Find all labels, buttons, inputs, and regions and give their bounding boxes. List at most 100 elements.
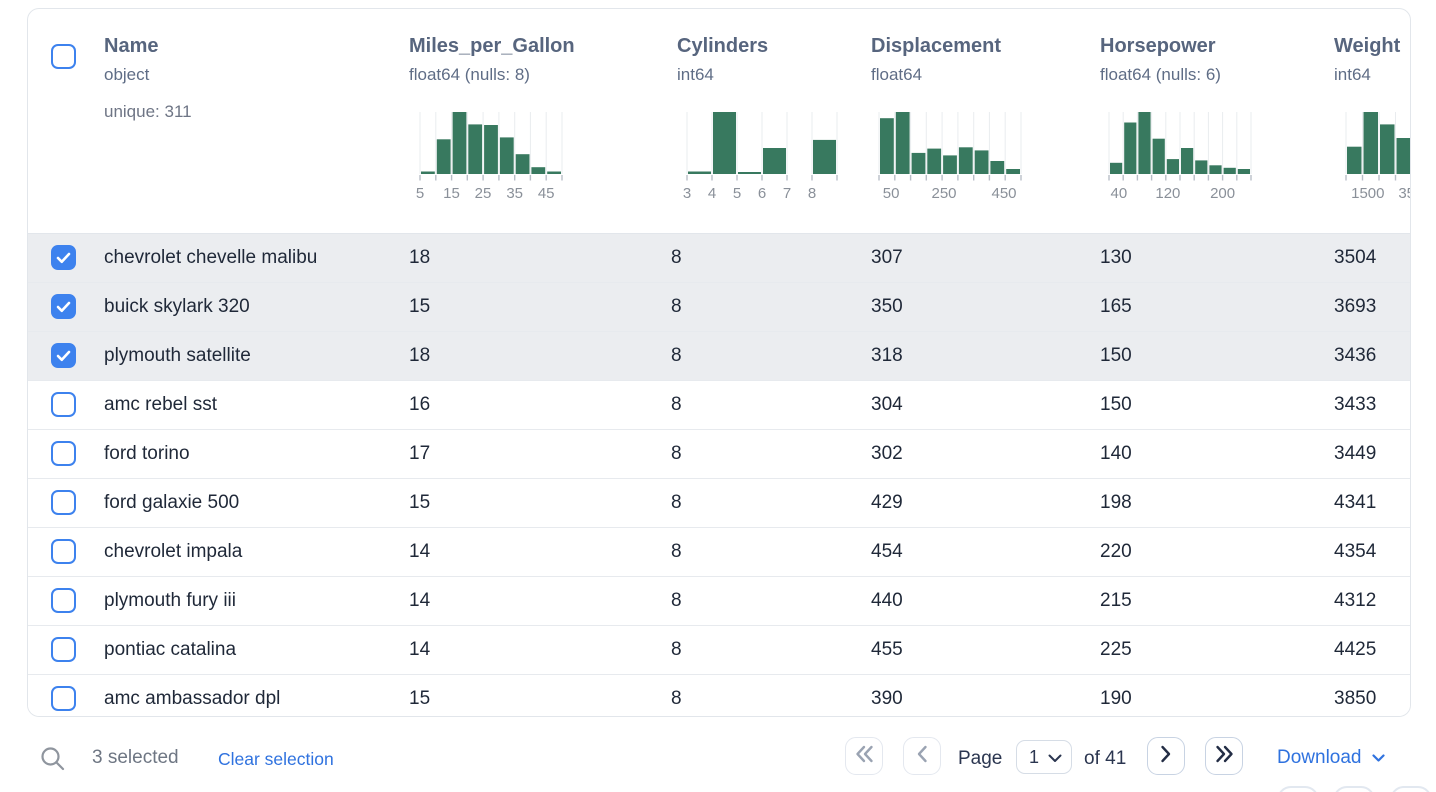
row-checkbox[interactable]	[51, 294, 76, 319]
clear-selection-link[interactable]: Clear selection	[218, 749, 334, 770]
cell-weight: 3436	[1334, 332, 1376, 380]
cell-weight: 4341	[1334, 479, 1376, 527]
table-row: ford torino1783021403449	[28, 430, 1410, 479]
cell-weight: 4312	[1334, 577, 1376, 625]
cell-cylinders: 8	[671, 234, 682, 282]
cell-displacement: 429	[871, 479, 903, 527]
row-checkbox[interactable]	[51, 245, 76, 270]
cell-displacement: 304	[871, 381, 903, 429]
column-header-weight: Weight int64	[1334, 35, 1400, 85]
column-header-displacement: Displacement float64	[871, 35, 1001, 85]
column-title[interactable]: Displacement	[871, 35, 1001, 58]
svg-text:6: 6	[758, 185, 766, 202]
table-row: pontiac catalina1484552254425	[28, 626, 1410, 675]
column-title[interactable]: Miles_per_Gallon	[409, 35, 575, 58]
histogram-horsepower[interactable]: 40120200	[1109, 112, 1251, 207]
cell-name: ford galaxie 500	[104, 479, 239, 527]
cell-miles-per-gallon: 14	[409, 626, 430, 674]
column-header-name: Name object unique: 311	[104, 35, 192, 122]
cell-displacement: 307	[871, 234, 903, 282]
table-header: Name object unique: 311 Miles_per_Gallon…	[28, 9, 1410, 234]
page-select[interactable]: 1	[1016, 740, 1072, 774]
svg-text:120: 120	[1155, 185, 1180, 202]
data-table-widget: Name object unique: 311 Miles_per_Gallon…	[0, 0, 1436, 792]
svg-text:35: 35	[506, 185, 523, 202]
cell-cylinders: 8	[671, 381, 682, 429]
row-checkbox[interactable]	[51, 343, 76, 368]
download-button[interactable]: Download	[1277, 747, 1385, 769]
cell-horsepower: 150	[1100, 332, 1132, 380]
cell-weight: 3449	[1334, 430, 1376, 478]
table-body: chevrolet chevelle malibu1883071303504bu…	[28, 234, 1410, 717]
cell-miles-per-gallon: 15	[409, 675, 430, 717]
table-row: chevrolet impala1484542204354	[28, 528, 1410, 577]
cell-name: buick skylark 320	[104, 283, 250, 331]
column-dtype: int64	[1334, 65, 1400, 85]
cell-miles-per-gallon: 16	[409, 381, 430, 429]
row-checkbox[interactable]	[51, 490, 76, 515]
histogram-miles-per-gallon[interactable]: 515253545	[420, 112, 562, 207]
column-title[interactable]: Name	[104, 35, 192, 58]
column-title[interactable]: Cylinders	[677, 35, 768, 58]
cell-cylinders: 8	[671, 528, 682, 576]
row-checkbox[interactable]	[51, 686, 76, 711]
page-select-value: 1	[1029, 747, 1039, 768]
svg-text:250: 250	[931, 185, 956, 202]
cell-name: amc ambassador dpl	[104, 675, 280, 717]
cutoff-button-3	[1390, 786, 1432, 792]
chevron-down-icon	[1372, 747, 1385, 769]
cell-cylinders: 8	[671, 626, 682, 674]
histogram-displacement[interactable]: 50250450	[879, 112, 1021, 207]
download-label: Download	[1277, 747, 1362, 769]
histogram-cylinders[interactable]: 345678	[687, 112, 837, 207]
cell-weight: 3433	[1334, 381, 1376, 429]
column-dtype: int64	[677, 65, 768, 85]
prev-page-button[interactable]	[903, 737, 941, 775]
cell-cylinders: 8	[671, 332, 682, 380]
row-checkbox[interactable]	[51, 539, 76, 564]
cell-horsepower: 165	[1100, 283, 1132, 331]
last-page-button[interactable]	[1205, 737, 1243, 775]
cell-displacement: 454	[871, 528, 903, 576]
cell-name: chevrolet impala	[104, 528, 242, 576]
row-checkbox[interactable]	[51, 588, 76, 613]
cell-miles-per-gallon: 18	[409, 332, 430, 380]
svg-text:15: 15	[443, 185, 460, 202]
svg-text:5: 5	[733, 185, 741, 202]
row-checkbox[interactable]	[51, 392, 76, 417]
cell-displacement: 350	[871, 283, 903, 331]
select-all-checkbox[interactable]	[51, 44, 76, 69]
table-row: amc ambassador dpl1583901903850	[28, 675, 1410, 717]
cell-horsepower: 198	[1100, 479, 1132, 527]
cell-name: pontiac catalina	[104, 626, 236, 674]
cell-weight: 4354	[1334, 528, 1376, 576]
table-row: chevrolet chevelle malibu1883071303504	[28, 234, 1410, 283]
cell-horsepower: 215	[1100, 577, 1132, 625]
cell-miles-per-gallon: 18	[409, 234, 430, 282]
row-checkbox[interactable]	[51, 637, 76, 662]
next-page-button[interactable]	[1147, 737, 1185, 775]
chevron-down-icon	[1048, 747, 1062, 768]
search-icon[interactable]	[39, 745, 66, 777]
column-title[interactable]: Horsepower	[1100, 35, 1221, 58]
column-unique-count: unique: 311	[104, 102, 192, 122]
data-table-card: Name object unique: 311 Miles_per_Gallon…	[27, 8, 1411, 717]
cell-displacement: 440	[871, 577, 903, 625]
cell-weight: 3504	[1334, 234, 1376, 282]
page-total-label: of 41	[1084, 748, 1126, 770]
cell-miles-per-gallon: 17	[409, 430, 430, 478]
page-label: Page	[958, 748, 1002, 770]
cell-horsepower: 130	[1100, 234, 1132, 282]
svg-text:25: 25	[475, 185, 492, 202]
row-checkbox[interactable]	[51, 441, 76, 466]
column-title[interactable]: Weight	[1334, 35, 1400, 58]
cell-name: ford torino	[104, 430, 190, 478]
svg-text:5: 5	[416, 185, 424, 202]
histogram-weight[interactable]: 15003500	[1346, 112, 1411, 207]
column-header-horsepower: Horsepower float64 (nulls: 6)	[1100, 35, 1221, 85]
first-page-button[interactable]	[845, 737, 883, 775]
chevron-right-icon	[1160, 745, 1172, 768]
cutoff-button-1	[1277, 786, 1319, 792]
cell-miles-per-gallon: 15	[409, 283, 430, 331]
cell-cylinders: 8	[671, 577, 682, 625]
